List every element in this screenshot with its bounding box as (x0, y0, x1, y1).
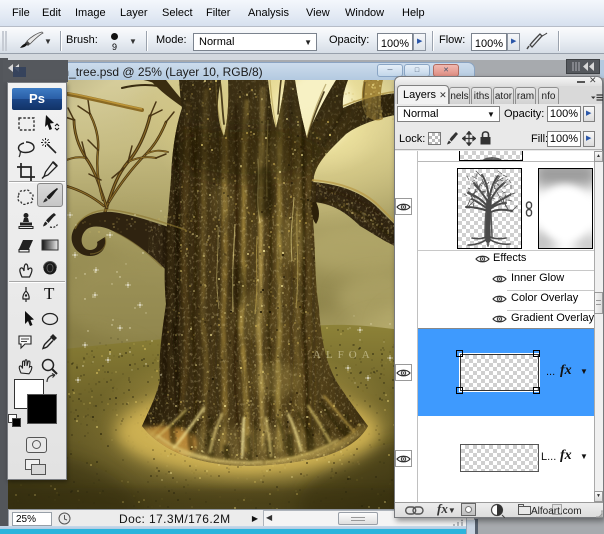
svg-text:ALFOA: ALFOA (313, 349, 375, 361)
svg-text:T: T (44, 284, 55, 303)
